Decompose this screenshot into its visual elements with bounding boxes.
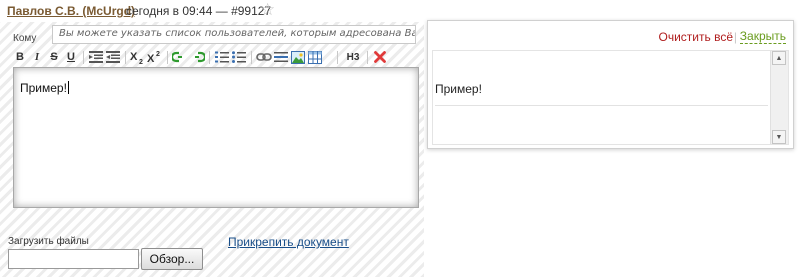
indent-icon[interactable] <box>105 49 121 65</box>
text-caret <box>67 81 69 94</box>
svg-text:2: 2 <box>156 51 160 58</box>
image-icon[interactable] <box>290 49 306 65</box>
preview-panel: Очистить всё | Закрыть Пример! ▲ ▼ <box>427 20 794 149</box>
attach-document-link[interactable]: Прикрепить документ <box>228 235 349 249</box>
preview-text: Пример! <box>435 82 482 96</box>
numbered-list-icon[interactable] <box>214 49 230 65</box>
editor-content: Пример! <box>20 81 69 95</box>
svg-text:2: 2 <box>139 59 143 64</box>
editor-text: Пример! <box>20 81 67 95</box>
comment-header: Павлов С.В. (McUrgd) сегодня в 09:44 — #… <box>0 0 424 22</box>
toolbar-separator <box>209 51 210 64</box>
subscript-icon[interactable]: X2 <box>130 49 146 65</box>
svg-text:X: X <box>147 53 155 64</box>
preview-scrollbar[interactable]: ▲ ▼ <box>770 51 788 144</box>
unlink-icon[interactable] <box>189 49 205 65</box>
file-path-input[interactable] <box>8 249 139 269</box>
scroll-up-icon[interactable]: ▲ <box>772 51 786 65</box>
recipients-input[interactable]: Вы можете указать список пользователей, … <box>52 25 416 44</box>
strikethrough-button[interactable]: S <box>46 49 62 65</box>
link-separator: | <box>733 30 737 44</box>
editor-toolbar: B I S U X2 X2 H3 <box>12 48 418 68</box>
delete-icon[interactable] <box>372 49 388 65</box>
browse-button[interactable]: Обзор... <box>141 248 203 270</box>
author-link[interactable]: Павлов С.В. (McUrgd) <box>7 4 135 18</box>
scroll-down-icon[interactable]: ▼ <box>772 130 786 144</box>
link-icon[interactable] <box>172 49 188 65</box>
horizontal-rule-icon[interactable] <box>273 49 289 65</box>
toolbar-separator <box>251 51 252 64</box>
svg-text:X: X <box>130 51 138 63</box>
italic-button[interactable]: I <box>29 49 45 65</box>
recipients-label: Кому <box>13 33 37 44</box>
comment-form-panel: Павлов С.В. (McUrgd) сегодня в 09:44 — #… <box>0 0 424 277</box>
close-link[interactable]: Закрыть <box>739 30 786 44</box>
toolbar-separator <box>83 51 84 64</box>
superscript-icon[interactable]: X2 <box>147 49 163 65</box>
toolbar-separator <box>125 51 126 64</box>
preview-divider <box>435 105 768 106</box>
heading-button[interactable]: H3 <box>343 49 363 65</box>
underline-button[interactable]: U <box>63 49 79 65</box>
clear-all-link[interactable]: Очистить всё <box>659 30 733 44</box>
table-icon[interactable] <box>307 49 323 65</box>
outdent-icon[interactable] <box>88 49 104 65</box>
star-icon[interactable]: ☆ <box>260 1 275 18</box>
upload-label: Загрузить файлы <box>8 236 89 247</box>
bulleted-list-icon[interactable] <box>231 49 247 65</box>
toolbar-separator <box>367 51 368 64</box>
toolbar-separator <box>167 51 168 64</box>
comment-editor[interactable]: Пример! <box>13 67 419 208</box>
chain-link-icon[interactable] <box>256 49 272 65</box>
toolbar-separator <box>337 51 338 64</box>
preview-content: Пример! ▲ ▼ <box>432 50 789 145</box>
bold-button[interactable]: B <box>12 49 28 65</box>
comment-meta: сегодня в 09:44 — #99127 <box>126 4 272 18</box>
